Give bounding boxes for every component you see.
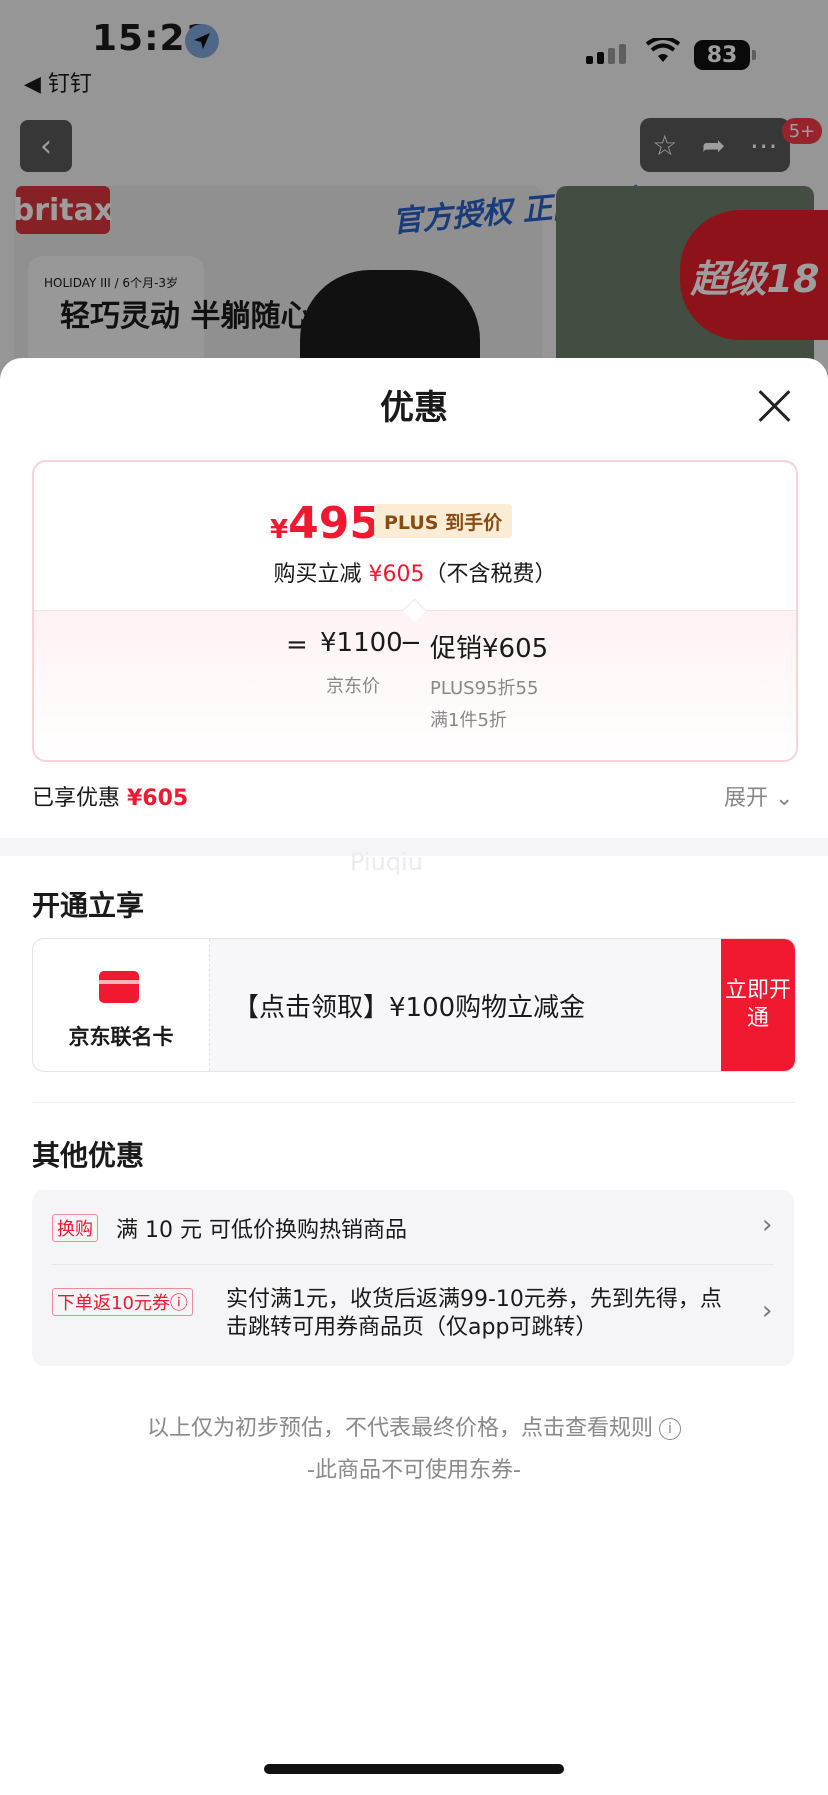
- home-indicator[interactable]: [264, 1764, 564, 1774]
- instant-discount-suffix: （不含税费）: [424, 562, 557, 587]
- credit-card-icon: [99, 971, 139, 1003]
- coupon-return-text[interactable]: 实付满1元，收货后返满99-10元券，先到先得，点击跳转可用券商品页（仅app可…: [226, 1286, 726, 1342]
- final-price: ¥495: [270, 498, 380, 549]
- enjoyed-label: 已享优惠: [32, 786, 127, 811]
- divider-line: [32, 1102, 794, 1103]
- equals-sign: =: [286, 630, 308, 660]
- other-offers-list: 换购 满 10 元 可低价换购热销商品 › 下单返10元券ⓘ 实付满1元，收货后…: [32, 1190, 794, 1366]
- close-icon[interactable]: [756, 388, 792, 424]
- background-page: 15:21 ◀ 钉钉 83 ‹ ☆ ➦ ⋯ 5+ britax HOLIDAY …: [0, 0, 828, 380]
- chevron-right-icon[interactable]: ›: [762, 1210, 772, 1240]
- trade-in-tag: 换购: [52, 1214, 98, 1242]
- expand-toggle[interactable]: 展开 ⌄: [724, 780, 793, 812]
- minus-sign: −: [400, 628, 422, 658]
- dim-overlay[interactable]: [0, 0, 828, 380]
- jd-price-label: 京东价: [326, 676, 380, 697]
- trade-in-text[interactable]: 满 10 元 可低价换购热销商品: [116, 1212, 407, 1244]
- card-info: 京东联名卡: [33, 939, 210, 1071]
- promotion-value: 促销¥605: [430, 634, 549, 664]
- sheet-title: 优惠: [380, 388, 448, 428]
- expand-label: 展开: [724, 786, 769, 811]
- open-now-button[interactable]: 立即开通: [721, 939, 795, 1071]
- price-breakdown-card: ¥495 PLUS 到手价 购买立减 ¥605（不含税费） = ¥1100 京东…: [32, 460, 798, 762]
- chevron-down-icon: ⌄: [775, 786, 794, 811]
- coupon-restriction-note: -此商品不可使用东券-: [307, 1458, 521, 1483]
- enjoyed-amount: ¥605: [127, 786, 189, 811]
- other-offers-title: 其他优惠: [32, 1139, 145, 1172]
- promotion-detail-plus: PLUS95折55: [430, 678, 539, 699]
- info-icon[interactable]: i: [659, 1418, 681, 1440]
- currency-symbol: ¥: [270, 515, 289, 545]
- promotion-detail-quantity: 满1件5折: [430, 710, 507, 731]
- instant-discount-line: 购买立减 ¥605（不含税费）: [34, 556, 796, 588]
- plus-price-tag: PLUS 到手价: [374, 504, 513, 538]
- card-label: 京东联名卡: [68, 1025, 174, 1049]
- watermark: Piuqiu: [350, 848, 423, 876]
- final-price-value: 495: [288, 498, 380, 549]
- card-offer-text: 【点击领取】¥100购物立减金: [233, 993, 586, 1023]
- jd-price-value: ¥1100: [320, 628, 403, 658]
- coupon-return-tag: 下单返10元券ⓘ: [52, 1288, 193, 1316]
- chevron-right-icon[interactable]: ›: [762, 1296, 772, 1326]
- open-enjoy-title: 开通立享: [32, 889, 145, 922]
- co-branded-card-offer[interactable]: 京东联名卡 【点击领取】¥100购物立减金 立即开通: [32, 938, 796, 1072]
- estimate-note[interactable]: 以上仅为初步预估，不代表最终价格，点击查看规则 i: [0, 1410, 828, 1442]
- instant-discount-prefix: 购买立减: [273, 562, 369, 587]
- enjoyed-discount: 已享优惠 ¥605: [32, 780, 188, 812]
- instant-discount-amount: ¥605: [368, 562, 425, 587]
- row-divider: [52, 1264, 774, 1265]
- estimate-note-text: 以上仅为初步预估，不代表最终价格，点击查看规则: [146, 1416, 653, 1441]
- discount-sheet: 优惠 ¥495 PLUS 到手价 购买立减 ¥605（不含税费） = ¥1100…: [0, 358, 828, 1795]
